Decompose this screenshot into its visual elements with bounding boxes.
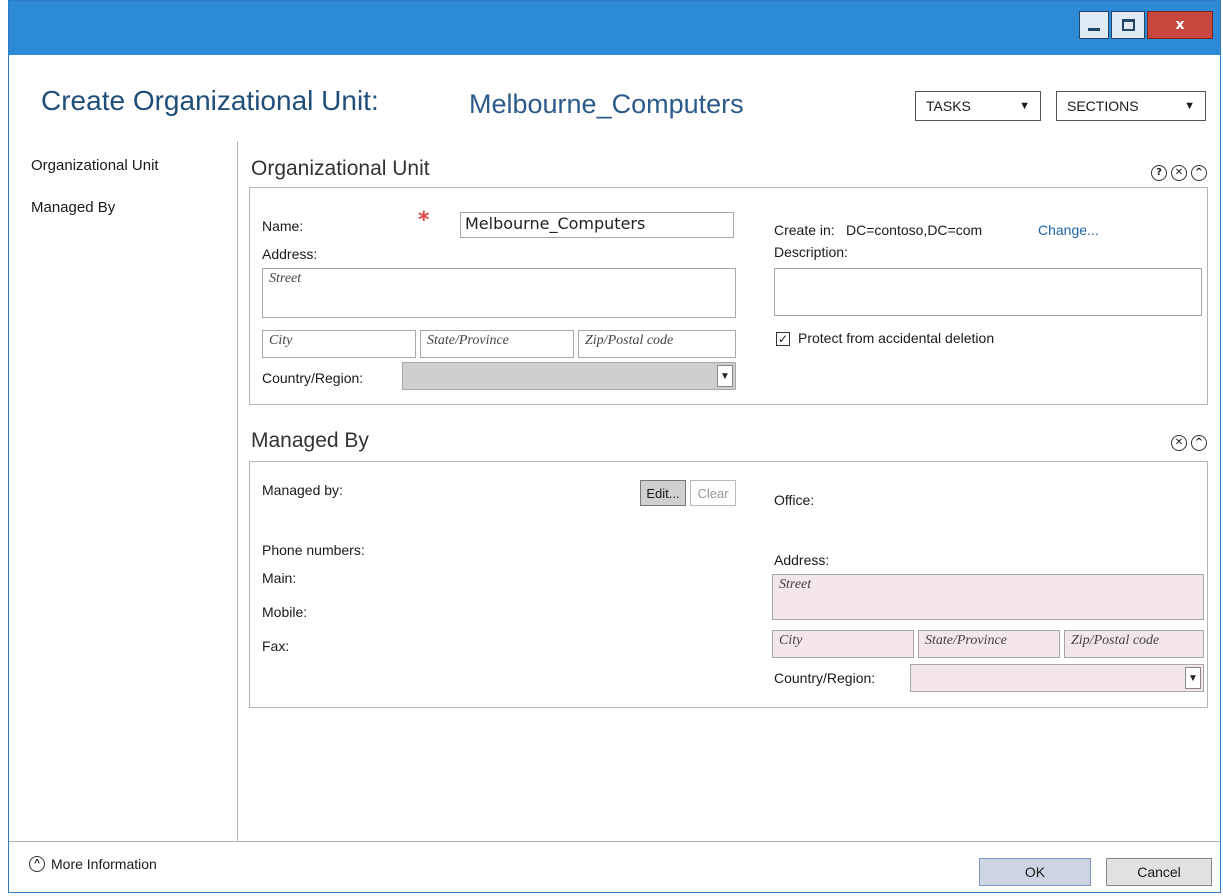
name-input[interactable]: Melbourne_Computers bbox=[460, 212, 734, 238]
tasks-button[interactable]: TASKS ▼ bbox=[915, 91, 1041, 121]
collapse-icon[interactable]: ^ bbox=[1191, 165, 1207, 181]
address-label: Address: bbox=[262, 246, 318, 262]
zip-input[interactable]: Zip/Postal code bbox=[578, 330, 736, 358]
maximize-icon bbox=[1121, 19, 1135, 31]
more-information-toggle[interactable]: ^ More Information bbox=[29, 856, 157, 872]
sections-label: SECTIONS bbox=[1067, 98, 1139, 114]
maximize-button[interactable] bbox=[1111, 11, 1145, 39]
country-label: Country/Region: bbox=[262, 370, 364, 386]
change-link[interactable]: Change... bbox=[1038, 222, 1099, 238]
close-icon: x bbox=[1175, 17, 1185, 33]
protect-checkbox[interactable]: ✓ bbox=[776, 332, 790, 346]
city-input[interactable]: City bbox=[262, 330, 416, 358]
name-label: Name: bbox=[262, 218, 304, 234]
managed-address-label: Address: bbox=[774, 552, 830, 568]
description-input[interactable] bbox=[774, 268, 1202, 316]
main-phone-label: Main: bbox=[262, 570, 297, 586]
help-icon[interactable]: ? bbox=[1151, 165, 1167, 181]
phone-numbers-label: Phone numbers: bbox=[262, 542, 365, 558]
more-information-label: More Information bbox=[51, 856, 157, 872]
nav-item-organizational-unit[interactable]: Organizational Unit bbox=[31, 157, 159, 174]
expand-icon: ^ bbox=[29, 856, 45, 872]
close-icon[interactable]: ✕ bbox=[1171, 165, 1187, 181]
chevron-down-icon: ▼ bbox=[1019, 100, 1030, 112]
edit-button[interactable]: Edit... bbox=[640, 480, 686, 506]
sections-button[interactable]: SECTIONS ▼ bbox=[1056, 91, 1206, 121]
create-ou-dialog: x Create Organizational Unit: Melbourne_… bbox=[8, 0, 1221, 893]
create-in-label: Create in: bbox=[774, 222, 835, 238]
street-input[interactable]: Street bbox=[262, 268, 736, 318]
close-icon[interactable]: ✕ bbox=[1171, 435, 1187, 451]
managed-by-label: Managed by: bbox=[262, 482, 343, 498]
minimize-button[interactable] bbox=[1079, 11, 1109, 39]
office-label: Office: bbox=[774, 492, 815, 508]
description-label: Description: bbox=[774, 244, 848, 260]
minimize-icon bbox=[1088, 27, 1100, 31]
section-nav: Organizational Unit Managed By bbox=[9, 141, 238, 841]
ou-section-controls: ? ✕ ^ bbox=[1151, 165, 1207, 181]
create-in-value: DC=contoso,DC=com bbox=[846, 222, 983, 238]
managed-state-input[interactable]: State/Province bbox=[918, 630, 1060, 658]
dialog-footer: ^ More Information OK Cancel bbox=[9, 841, 1220, 892]
check-icon: ✓ bbox=[777, 332, 789, 346]
close-window-button[interactable]: x bbox=[1147, 11, 1213, 39]
ou-section-title: Organizational Unit bbox=[251, 157, 430, 180]
required-icon: * bbox=[418, 208, 430, 233]
mobile-phone-label: Mobile: bbox=[262, 604, 308, 620]
ok-button[interactable]: OK bbox=[979, 858, 1091, 886]
managed-zip-input[interactable]: Zip/Postal code bbox=[1064, 630, 1204, 658]
collapse-icon[interactable]: ^ bbox=[1191, 435, 1207, 451]
object-name-heading: Melbourne_Computers bbox=[469, 89, 744, 119]
clear-button[interactable]: Clear bbox=[690, 480, 736, 506]
managed-street-input[interactable]: Street bbox=[772, 574, 1204, 620]
page-title: Create Organizational Unit: bbox=[41, 85, 379, 116]
protect-label: Protect from accidental deletion bbox=[798, 330, 995, 346]
ou-section-box: Name: * Melbourne_Computers Address: Str… bbox=[249, 187, 1208, 405]
chevron-down-icon: ▼ bbox=[1184, 100, 1195, 112]
managed-by-section-box: Managed by: Edit... Clear Phone numbers:… bbox=[249, 461, 1208, 708]
managed-by-section-controls: ✕ ^ bbox=[1171, 435, 1207, 451]
chevron-down-icon: ▼ bbox=[1185, 667, 1201, 689]
chevron-down-icon: ▼ bbox=[717, 365, 733, 387]
nav-item-managed-by[interactable]: Managed By bbox=[31, 199, 115, 216]
managed-country-select[interactable]: ▼ bbox=[910, 664, 1204, 692]
managed-country-label: Country/Region: bbox=[774, 670, 876, 686]
tasks-label: TASKS bbox=[926, 98, 971, 114]
country-select[interactable]: ▼ bbox=[402, 362, 736, 390]
managed-city-input[interactable]: City bbox=[772, 630, 914, 658]
fax-label: Fax: bbox=[262, 638, 290, 654]
title-bar[interactable]: x bbox=[9, 1, 1220, 55]
managed-by-section-title: Managed By bbox=[251, 429, 369, 452]
cancel-button[interactable]: Cancel bbox=[1106, 858, 1212, 886]
state-input[interactable]: State/Province bbox=[420, 330, 574, 358]
